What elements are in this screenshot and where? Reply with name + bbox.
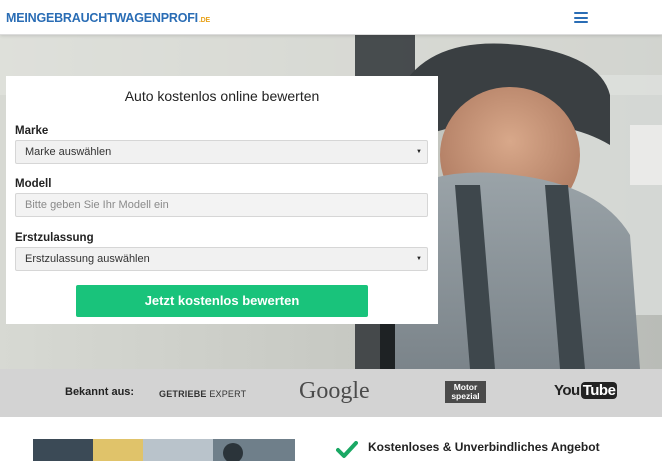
caret-down-icon: ▼ [416,256,422,262]
checkmark-icon [336,441,358,458]
car-photo-thumbnail [33,439,295,461]
site-logo[interactable]: MEINGEBRAUCHTWAGENPROFI.DE [6,11,210,25]
registration-label: Erstzulassung [15,232,94,244]
caret-down-icon: ▼ [416,149,422,155]
registration-select[interactable]: Erstzulassung auswählen ▼ [15,247,428,271]
model-label: Modell [15,178,52,190]
submit-valuation-button[interactable]: Jetzt kostenlos bewerten [76,285,368,317]
registration-select-value: Erstzulassung auswählen [25,253,150,265]
benefits-section: Kostenloses & Unverbindliches Angebot [0,417,662,461]
google-logo: Google [299,378,370,404]
form-title: Auto kostenlos online bewerten [124,88,320,104]
getriebe-expert-logo: GETRIEBE EXPERT [159,389,247,399]
benefit-item-free-offer: Kostenloses & Unverbindliches Angebot [368,440,600,454]
brand-select-value: Marke auswählen [25,146,112,158]
logo-text: MEINGEBRAUCHTWAGENPROFI [6,11,198,25]
brand-label: Marke [15,125,49,137]
press-logos-strip: Bekannt aus: GETRIEBE EXPERT Google Moto… [0,369,662,417]
motor-spezial-logo: Motor spezial [445,381,486,403]
youtube-logo: You Tube [554,382,618,399]
site-header: MEINGEBRAUCHTWAGENPROFI.DE [0,0,662,35]
valuation-form-card: Auto kostenlos online bewerten Marke Mar… [6,76,438,324]
brand-select[interactable]: Marke auswählen ▼ [15,140,428,164]
known-from-label: Bekannt aus: [65,386,135,398]
model-input[interactable]: Bitte geben Sie Ihr Modell ein [15,193,428,217]
model-input-placeholder: Bitte geben Sie Ihr Modell ein [25,199,169,211]
hamburger-menu-icon[interactable] [574,12,588,23]
logo-tld: .DE [198,17,211,24]
